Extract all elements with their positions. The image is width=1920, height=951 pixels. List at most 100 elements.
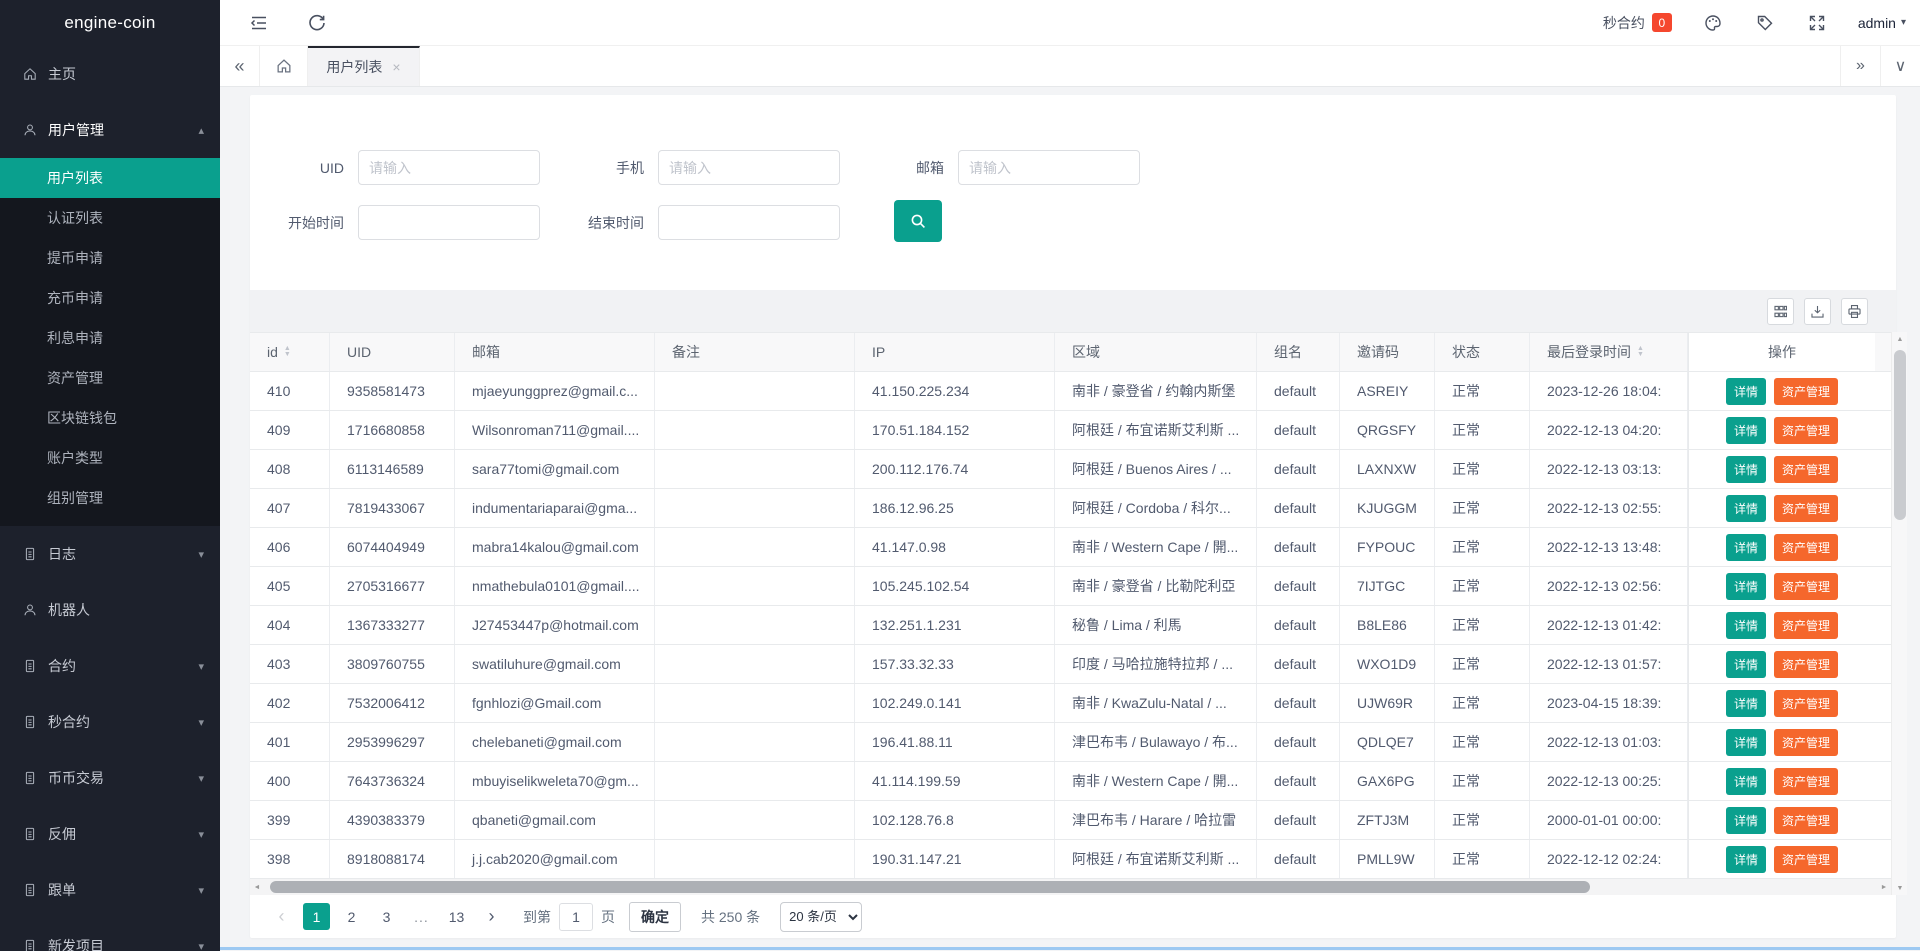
confirm-button[interactable]: 确定 bbox=[629, 901, 681, 932]
end-time-input[interactable] bbox=[658, 205, 840, 240]
print-icon[interactable] bbox=[1841, 297, 1868, 325]
detail-button[interactable]: 详情 bbox=[1725, 728, 1766, 756]
sidebar-item-spot-trade[interactable]: 币币交易 ▾ bbox=[0, 750, 220, 806]
detail-button[interactable]: 详情 bbox=[1725, 611, 1766, 639]
table-row: 400 7643736324 mbuyiselikweleta70@gm... 41.… bbox=[250, 762, 1891, 801]
page-button-13[interactable]: 13 bbox=[443, 903, 470, 930]
columns-setting-icon[interactable] bbox=[1767, 297, 1794, 325]
cell-note bbox=[655, 801, 855, 839]
sidebar-subitem-interest-apply[interactable]: 利息申请 bbox=[0, 318, 220, 358]
scroll-right-icon[interactable]: ► bbox=[1877, 879, 1891, 895]
vertical-scroll-thumb[interactable] bbox=[1894, 350, 1906, 520]
asset-button[interactable]: 资产管理 bbox=[1774, 845, 1839, 873]
menu-fold-icon[interactable] bbox=[248, 12, 270, 34]
prev-page-button[interactable]: ‹ bbox=[268, 903, 295, 930]
tag-icon[interactable] bbox=[1754, 12, 1776, 34]
detail-button[interactable]: 详情 bbox=[1725, 689, 1766, 717]
sidebar-subitem-withdraw-apply[interactable]: 提币申请 bbox=[0, 238, 220, 278]
fullscreen-icon[interactable] bbox=[1806, 12, 1828, 34]
detail-button[interactable]: 详情 bbox=[1725, 533, 1766, 561]
sidebar-subitem-user-list[interactable]: 用户列表 bbox=[0, 158, 220, 198]
uid-input[interactable] bbox=[358, 150, 540, 185]
pagination: ‹ 123... 13 › 到第 页 确定 共 250 条 20 条/页 bbox=[250, 895, 1896, 938]
export-icon[interactable] bbox=[1804, 297, 1831, 325]
scroll-left-icon[interactable]: ◄ bbox=[250, 879, 264, 895]
asset-button[interactable]: 资产管理 bbox=[1774, 572, 1839, 600]
sidebar-item-user-management[interactable]: 用户管理 ▴ bbox=[0, 102, 220, 158]
admin-dropdown[interactable]: admin ▾ bbox=[1858, 15, 1906, 31]
sidebar-item-logs[interactable]: 日志 ▾ bbox=[0, 526, 220, 582]
detail-button[interactable]: 详情 bbox=[1725, 416, 1766, 444]
sort-icon[interactable]: ▲ ▼ bbox=[1637, 345, 1644, 358]
asset-button[interactable]: 资产管理 bbox=[1774, 650, 1839, 678]
asset-button[interactable]: 资产管理 bbox=[1774, 767, 1839, 795]
sidebar-item-rebate[interactable]: 反佣 ▾ bbox=[0, 806, 220, 862]
asset-button[interactable]: 资产管理 bbox=[1774, 494, 1839, 522]
phone-input[interactable] bbox=[658, 150, 840, 185]
cell-status: 正常 bbox=[1435, 567, 1530, 605]
sidebar-item-contract[interactable]: 合约 ▾ bbox=[0, 638, 220, 694]
cell-login: 2022-12-13 01:42: bbox=[1530, 606, 1688, 644]
tabs-menu-icon[interactable]: ∨ bbox=[1880, 46, 1920, 86]
horizontal-scrollbar[interactable]: ◄ ► bbox=[250, 879, 1891, 895]
next-page-button[interactable]: › bbox=[478, 903, 505, 930]
sidebar-subitem-account-type[interactable]: 账户类型 bbox=[0, 438, 220, 478]
cell-invite: WXO1D9 bbox=[1340, 645, 1435, 683]
detail-button[interactable]: 详情 bbox=[1725, 767, 1766, 795]
tab-home-icon[interactable] bbox=[260, 46, 308, 86]
sidebar-subitem-deposit-apply[interactable]: 充币申请 bbox=[0, 278, 220, 318]
page-button-2[interactable]: 2 bbox=[338, 903, 365, 930]
sidebar-subitem-auth-list[interactable]: 认证列表 bbox=[0, 198, 220, 238]
detail-button[interactable]: 详情 bbox=[1725, 494, 1766, 522]
detail-button[interactable]: 详情 bbox=[1725, 572, 1766, 600]
chevron-down-icon: ▾ bbox=[198, 660, 204, 673]
page-button-3[interactable]: 3 bbox=[373, 903, 400, 930]
asset-button[interactable]: 资产管理 bbox=[1774, 377, 1839, 405]
second-contract-notice[interactable]: 秒合约 0 bbox=[1603, 13, 1672, 33]
goto-page-input[interactable] bbox=[559, 902, 593, 931]
column-header-login[interactable]: 最后登录时间 ▲ ▼ bbox=[1530, 333, 1688, 371]
scroll-up-icon[interactable]: ▲ bbox=[1892, 332, 1908, 346]
detail-button[interactable]: 详情 bbox=[1725, 650, 1766, 678]
start-time-input[interactable] bbox=[358, 205, 540, 240]
asset-button[interactable]: 资产管理 bbox=[1774, 533, 1839, 561]
sidebar-item-second-contract[interactable]: 秒合约 ▾ bbox=[0, 694, 220, 750]
page-size-select[interactable]: 20 条/页 bbox=[780, 901, 863, 932]
asset-button[interactable]: 资产管理 bbox=[1774, 689, 1839, 717]
tabs-scroll-right-icon[interactable]: » bbox=[1840, 46, 1880, 86]
sidebar-item-new-project[interactable]: 新发项目 ▾ bbox=[0, 918, 220, 951]
tab-user-list[interactable]: 用户列表 × bbox=[308, 46, 420, 86]
refresh-icon[interactable] bbox=[306, 12, 328, 34]
column-header-id[interactable]: id ▲ ▼ bbox=[250, 333, 330, 371]
asset-button[interactable]: 资产管理 bbox=[1774, 611, 1839, 639]
sidebar-item-copy-trade[interactable]: 跟单 ▾ bbox=[0, 862, 220, 918]
page-button-1[interactable]: 1 bbox=[303, 903, 330, 930]
form-row-2: 开始时间 结束时间 bbox=[272, 200, 942, 242]
search-button[interactable] bbox=[894, 200, 942, 242]
detail-button[interactable]: 详情 bbox=[1725, 455, 1766, 483]
asset-button[interactable]: 资产管理 bbox=[1774, 806, 1839, 834]
asset-button[interactable]: 资产管理 bbox=[1774, 416, 1839, 444]
close-icon[interactable]: × bbox=[392, 59, 400, 75]
chevron-down-icon: ▾ bbox=[198, 548, 204, 561]
sidebar-item-robot[interactable]: 机器人 bbox=[0, 582, 220, 638]
sidebar-subitem-group-management[interactable]: 组别管理 bbox=[0, 478, 220, 518]
email-input[interactable] bbox=[958, 150, 1140, 185]
asset-button[interactable]: 资产管理 bbox=[1774, 455, 1839, 483]
chevron-down-icon: ▾ bbox=[198, 884, 204, 897]
vertical-scrollbar[interactable]: ▲ ▼ bbox=[1891, 332, 1907, 895]
detail-button[interactable]: 详情 bbox=[1725, 806, 1766, 834]
scroll-down-icon[interactable]: ▼ bbox=[1892, 881, 1908, 895]
detail-button[interactable]: 详情 bbox=[1725, 845, 1766, 873]
sidebar-subitem-blockchain-wallet[interactable]: 区块链钱包 bbox=[0, 398, 220, 438]
sidebar-item-home[interactable]: 主页 bbox=[0, 46, 220, 102]
detail-button[interactable]: 详情 bbox=[1725, 377, 1766, 405]
sidebar-subitem-asset-management[interactable]: 资产管理 bbox=[0, 358, 220, 398]
asset-button[interactable]: 资产管理 bbox=[1774, 728, 1839, 756]
sort-icon[interactable]: ▲ ▼ bbox=[284, 345, 291, 358]
horizontal-scroll-thumb[interactable] bbox=[270, 881, 1590, 893]
table-row: 408 6113146589 sara77tomi@gmail.com 200.112… bbox=[250, 450, 1891, 489]
tabs-scroll-left-icon[interactable]: « bbox=[220, 46, 260, 86]
main-area: 秒合约 0 admin ▾ « 用户列表 × » ∨ UID 请输入 手机 请输… bbox=[220, 0, 1920, 951]
theme-palette-icon[interactable] bbox=[1702, 12, 1724, 34]
